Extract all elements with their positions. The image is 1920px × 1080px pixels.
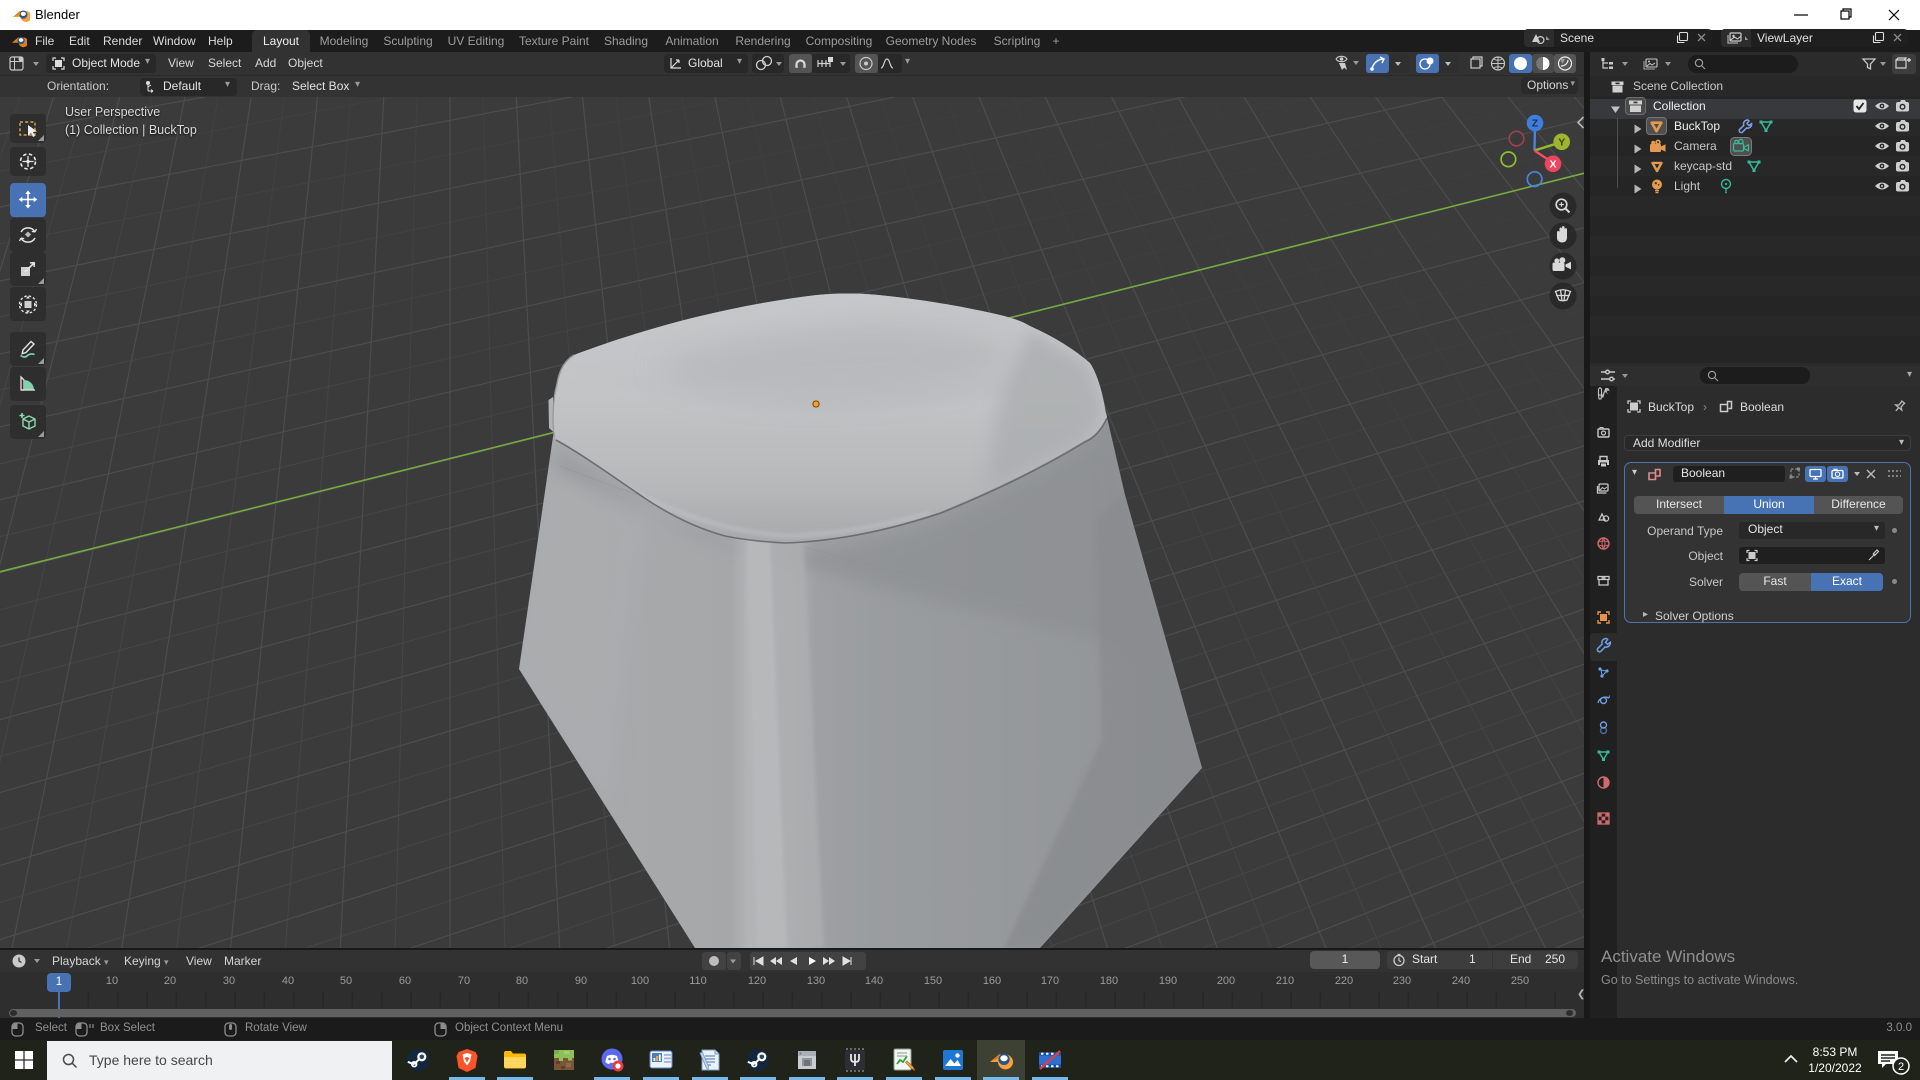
svg-text:X: X — [1549, 158, 1556, 170]
svg-text:Z: Z — [1532, 118, 1539, 130]
svg-text:2: 2 — [1898, 1061, 1904, 1073]
svg-text:Y: Y — [1558, 136, 1565, 148]
